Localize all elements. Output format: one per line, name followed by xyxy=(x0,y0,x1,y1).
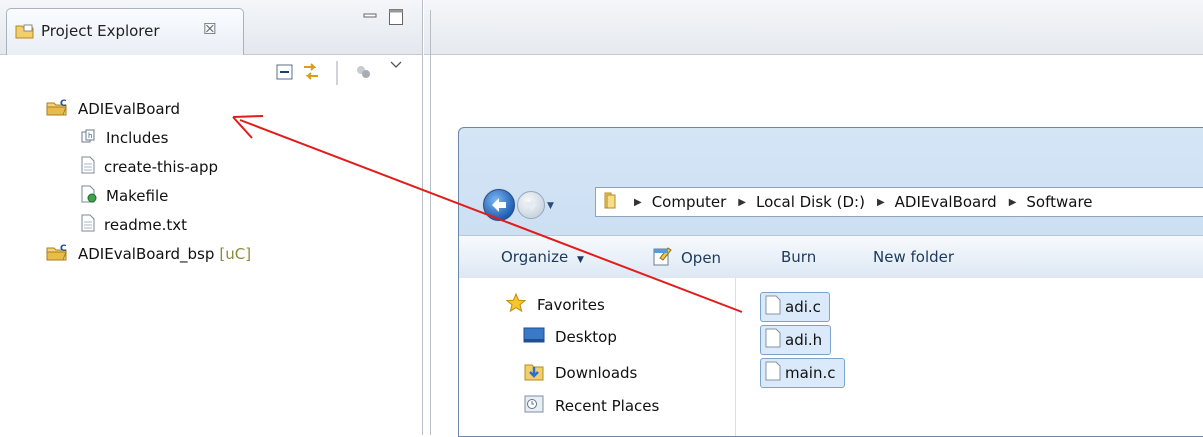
toolbar-separator xyxy=(336,61,338,85)
view-menu-icon[interactable] xyxy=(388,57,410,79)
file-icon xyxy=(765,328,781,352)
back-icon[interactable] xyxy=(483,189,515,221)
file-item-adi-c[interactable]: adi.c xyxy=(760,292,830,322)
collapse-all-icon[interactable] xyxy=(274,61,296,83)
includes-icon: h xyxy=(80,127,98,149)
breadcrumb-computer[interactable]: Computer xyxy=(652,193,727,211)
link-with-editor-icon[interactable] xyxy=(300,61,322,83)
view-toolbar xyxy=(0,55,422,89)
downloads-icon xyxy=(523,360,545,386)
tree-item-makefile[interactable]: Makefile xyxy=(80,183,168,209)
file-item-main-c[interactable]: main.c xyxy=(760,358,845,388)
svg-text:h: h xyxy=(88,132,92,140)
nav-recent-places[interactable]: Recent Places xyxy=(523,393,659,419)
file-list-pane: adi.c adi.h main.c xyxy=(736,278,1203,436)
address-bar[interactable]: ▶ Computer ▶ Local Disk (D:) ▶ ADIEvalBo… xyxy=(595,187,1203,217)
svg-text:C: C xyxy=(60,244,67,254)
editor-border xyxy=(430,10,435,435)
close-icon[interactable]: ☒ xyxy=(203,20,216,38)
tree-item-label: ADIEvalBoard_bsp xyxy=(78,245,215,263)
makefile-icon xyxy=(80,185,98,207)
tree-item-adievalboard[interactable]: C ADIEvalBoard xyxy=(46,96,180,122)
file-icon xyxy=(80,214,96,236)
filter-icon[interactable] xyxy=(352,61,374,83)
new-folder-button[interactable]: New folder xyxy=(873,248,954,266)
c-project-folder-icon: C xyxy=(46,98,70,120)
file-icon xyxy=(765,295,781,319)
forward-icon[interactable] xyxy=(517,191,545,219)
file-icon xyxy=(80,156,96,178)
open-document-icon xyxy=(651,244,675,272)
nav-favorites[interactable]: Favorites xyxy=(505,292,605,318)
tree-item-adievalboard-bsp[interactable]: C ADIEvalBoard_bsp [uC] xyxy=(46,241,251,267)
tree-item-readme[interactable]: readme.txt xyxy=(80,212,187,238)
nav-desktop[interactable]: Desktop xyxy=(523,326,617,348)
project-explorer-tab[interactable]: Project Explorer ☒ xyxy=(6,8,244,55)
organize-button[interactable]: Organize ▼ xyxy=(501,248,584,266)
breadcrumb-chevron-icon[interactable]: ▶ xyxy=(634,197,642,208)
burn-button[interactable]: Burn xyxy=(781,248,816,266)
tree-item-decoration: [uC] xyxy=(219,245,252,263)
command-bar: Organize ▼ Open Burn New folder xyxy=(459,235,1203,279)
project-explorer-view: Project Explorer ☒ C ADIEvalBoard h Incl… xyxy=(0,0,423,435)
tree-item-includes[interactable]: h Includes xyxy=(80,125,168,151)
folder-icon xyxy=(602,190,622,214)
recent-pages-dropdown-icon[interactable]: ▼ xyxy=(547,201,554,211)
tree-item-label: ADIEvalBoard xyxy=(78,100,181,118)
file-icon xyxy=(765,361,781,385)
tree-item-label: Makefile xyxy=(106,187,169,205)
project-explorer-icon xyxy=(15,23,35,43)
breadcrumb-chevron-icon[interactable]: ▶ xyxy=(877,197,885,208)
breadcrumb-chevron-icon[interactable]: ▶ xyxy=(1009,197,1017,208)
desktop-icon xyxy=(523,326,545,348)
view-header: Project Explorer ☒ xyxy=(0,0,422,55)
c-project-folder-icon: C xyxy=(46,243,70,265)
chevron-down-icon: ▼ xyxy=(576,255,584,265)
maximize-icon[interactable] xyxy=(388,8,404,25)
nav-downloads[interactable]: Downloads xyxy=(523,360,637,386)
tree-item-label: readme.txt xyxy=(104,216,188,234)
windows-explorer-window: ▼ ▶ Computer ▶ Local Disk (D:) ▶ ADIEval… xyxy=(458,127,1203,437)
open-button[interactable]: Open xyxy=(651,244,721,272)
svg-text:C: C xyxy=(60,99,67,109)
breadcrumb-adievalboard[interactable]: ADIEvalBoard xyxy=(895,193,997,211)
editor-tab-strip xyxy=(424,0,1203,55)
breadcrumb-chevron-icon[interactable]: ▶ xyxy=(738,197,746,208)
file-item-adi-h[interactable]: adi.h xyxy=(760,325,832,355)
recent-places-icon xyxy=(523,393,545,419)
tree-item-create-this-app[interactable]: create-this-app xyxy=(80,154,218,180)
view-tab-title: Project Explorer xyxy=(41,22,160,40)
minimize-icon[interactable] xyxy=(362,8,378,24)
star-icon xyxy=(505,292,527,318)
tree-item-label: create-this-app xyxy=(104,158,219,176)
breadcrumb-software[interactable]: Software xyxy=(1026,193,1092,211)
breadcrumb-local-disk[interactable]: Local Disk (D:) xyxy=(756,193,865,211)
tree-item-label: Includes xyxy=(106,129,169,147)
navigation-pane: Favorites Desktop Downloads Recent Place… xyxy=(459,278,736,436)
